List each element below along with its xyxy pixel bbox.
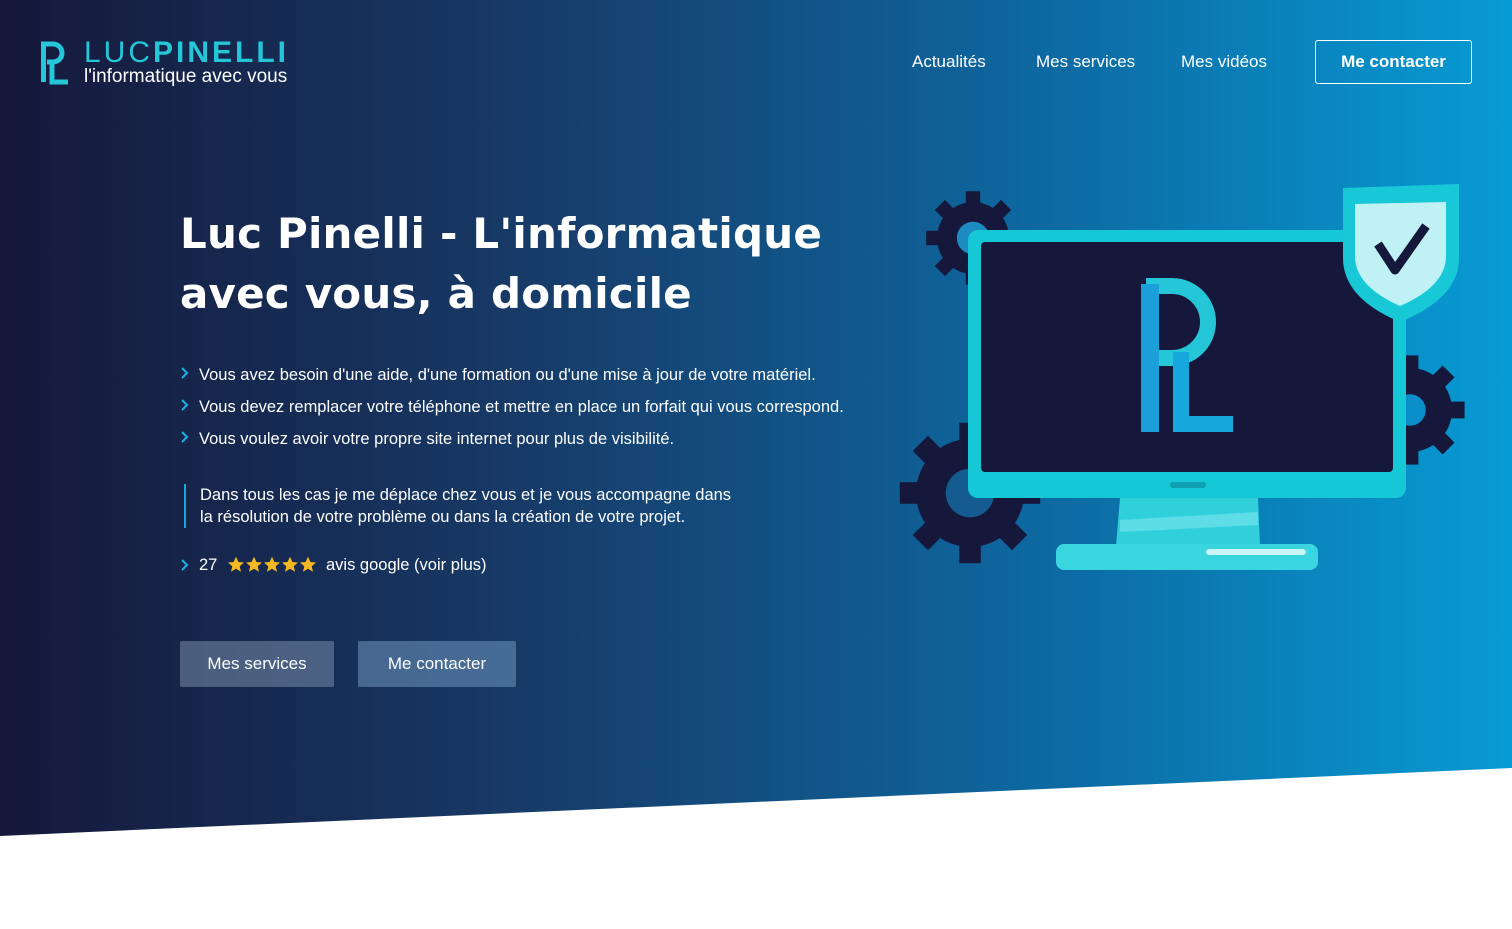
five-stars-icon bbox=[228, 556, 316, 572]
header-contact-button[interactable]: Me contacter bbox=[1315, 40, 1472, 84]
nav-actualites[interactable]: Actualités bbox=[912, 40, 986, 84]
chevron-right-icon bbox=[181, 559, 189, 571]
hero-section: LUCPINELLI l'informatique avec vous Actu… bbox=[0, 0, 1512, 836]
chevron-right-icon bbox=[181, 399, 189, 411]
hero-bullet-text: Vous voulez avoir votre propre site inte… bbox=[199, 430, 675, 448]
hero-bullet-list: Vous avez besoin d'une aide, d'une forma… bbox=[180, 363, 844, 459]
chevron-right-icon bbox=[181, 367, 189, 379]
hero-bullet: Vous devez remplacer votre téléphone et … bbox=[180, 395, 844, 427]
hero-services-button[interactable]: Mes services bbox=[180, 641, 334, 687]
hero-bullet-text: Vous devez remplacer votre téléphone et … bbox=[199, 398, 844, 416]
chevron-right-icon bbox=[181, 431, 189, 443]
hero-bullet-text: Vous avez besoin d'une aide, d'une forma… bbox=[199, 366, 816, 384]
hero-bullet: Vous voulez avoir votre propre site inte… bbox=[180, 427, 844, 459]
hero-quote-line: la résolution de votre problème ou dans … bbox=[200, 508, 686, 526]
hero-quote: Dans tous les cas je me déplace chez vou… bbox=[184, 484, 760, 528]
monitor-icon bbox=[968, 230, 1406, 570]
hero-contact-button[interactable]: Me contacter bbox=[358, 641, 516, 687]
rating-count: 27 bbox=[199, 556, 218, 574]
main-nav: Actualités Mes services Mes vidéos Me co… bbox=[0, 40, 1512, 84]
nav-mes-services[interactable]: Mes services bbox=[1036, 40, 1135, 84]
hero-bullet: Vous avez besoin d'une aide, d'une forma… bbox=[180, 363, 844, 395]
hero-title: Luc Pinelli - L'informatique avec vous, … bbox=[180, 209, 822, 318]
rating-link-text[interactable]: avis google (voir plus) bbox=[326, 552, 487, 578]
hero-illustration bbox=[899, 184, 1465, 570]
hero-quote-line: Dans tous les cas je me déplace chez vou… bbox=[200, 486, 732, 504]
nav-mes-videos[interactable]: Mes vidéos bbox=[1181, 40, 1267, 84]
